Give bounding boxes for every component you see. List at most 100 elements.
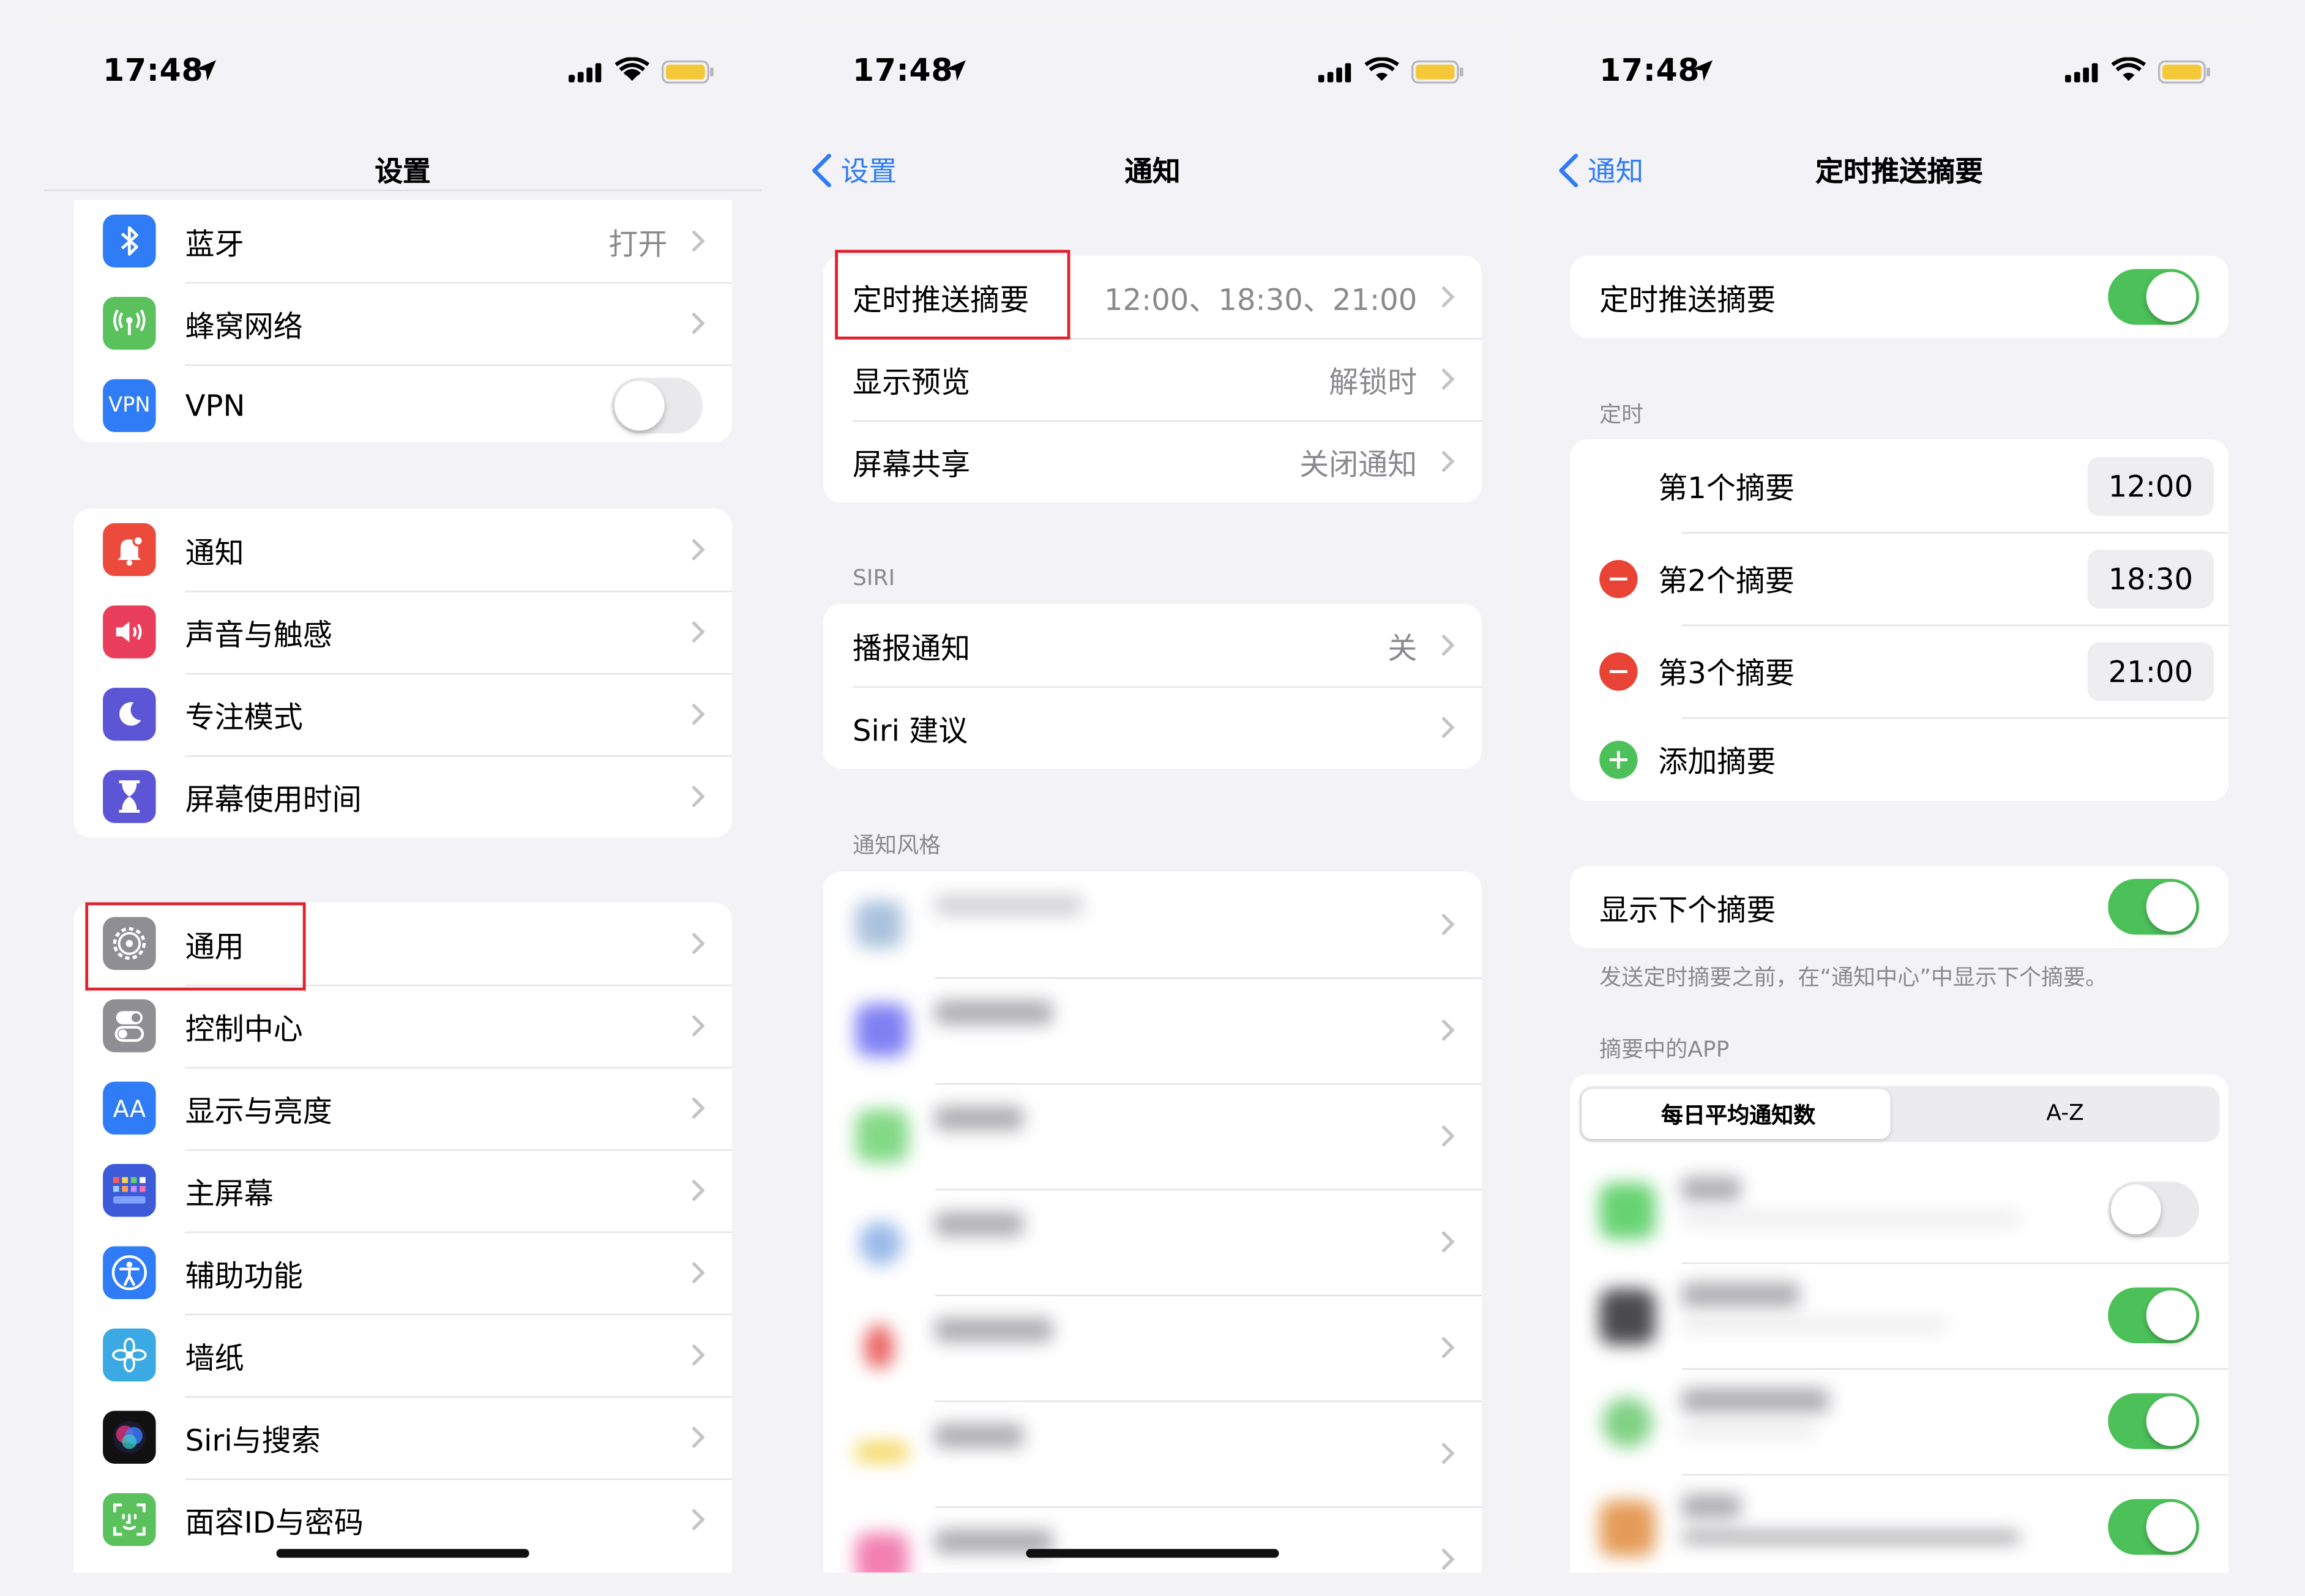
notifications-group: 通知 声音与触感 专注模式 屏幕使用时间 [73,508,733,838]
time-picker[interactable]: 21:00 [2087,641,2214,701]
app-icon-blurred [1599,1183,1656,1239]
app-frequency-bar [1681,1426,1814,1434]
row-label: 面容ID与密码 [185,1504,364,1540]
app-row-blurred[interactable] [823,1083,1482,1189]
status-time: 17:48 [103,53,204,89]
settings-row-accessibility[interactable]: 辅助功能 [73,1231,733,1313]
chevron-right-icon [692,1262,705,1283]
cellular-signal-icon [2065,63,2098,83]
row-label: 通知 [185,534,244,570]
summary-row-3: 第3个摘要 21:00 [1570,624,2229,717]
chevron-right-icon [692,1344,705,1366]
bell-icon [103,523,156,576]
app-row-blurred[interactable] [823,871,1482,977]
flower-icon [103,1328,156,1382]
nav-divider [44,189,762,192]
section-header-timing: 定时 [1599,401,1644,428]
speaker-icon [103,605,156,658]
chevron-right-icon [692,786,705,807]
settings-row-sounds[interactable]: 声音与触感 [73,591,733,673]
app-name-blurred [935,1318,1053,1342]
chevron-right-icon [1441,1125,1455,1147]
chevron-right-icon [692,1509,705,1531]
app-summary-toggle[interactable] [2108,1393,2200,1449]
app-row-blurred[interactable] [823,1188,1482,1295]
row-label: 第3个摘要 [1658,655,1795,691]
page-title: 设置 [375,155,431,188]
app-summary-toggle[interactable] [2108,1181,2200,1238]
app-icon-blurred [858,1221,903,1266]
wifi-icon [1364,57,1399,81]
show-next-summary-toggle[interactable] [2108,879,2200,935]
time-picker[interactable]: 18:30 [2087,548,2214,608]
app-row-blurred[interactable] [823,1294,1482,1401]
cellular-signal-icon [569,63,602,83]
settings-row-display[interactable]: AA 显示与亮度 [73,1067,733,1149]
app-summary-row [1570,1474,2229,1573]
row-announce-notifications[interactable]: 播报通知 关 [823,604,1482,686]
segment-daily-average[interactable]: 每日平均通知数 [1661,1099,1815,1130]
time-picker[interactable]: 12:00 [2087,456,2214,515]
status-time: 17:48 [1599,53,1700,89]
settings-row-home-screen[interactable]: 主屏幕 [73,1149,733,1231]
row-label: Siri 建议 [853,712,968,748]
settings-row-vpn[interactable]: VPN VPN [73,364,733,442]
chevron-right-icon [692,704,705,725]
remove-icon[interactable] [1599,652,1638,690]
row-label: VPN [185,387,245,423]
next-summary-group: 显示下个摘要 [1570,865,2229,948]
cellular-signal-icon [1318,63,1351,83]
settings-row-notifications[interactable]: 通知 [73,509,732,591]
app-summary-toggle[interactable] [2108,1287,2200,1343]
settings-row-siri[interactable]: Siri与搜索 [73,1396,733,1478]
app-name-blurred [1681,1177,1741,1201]
row-label: 显示预览 [853,364,971,399]
remove-icon[interactable] [1599,559,1638,598]
row-siri-suggestions[interactable]: Siri 建议 [823,686,1482,768]
app-name-blurred [1681,1283,1799,1307]
vpn-toggle[interactable] [611,378,703,434]
row-value: 关闭通知 [1299,446,1418,482]
app-row-blurred[interactable] [823,1400,1482,1507]
switches-icon [103,999,156,1053]
scheduled-summary-toggle[interactable] [2108,269,2200,325]
location-arrow-icon [1692,60,1713,81]
highlight-scheduled-summary [835,250,1070,340]
add-summary-row[interactable]: 添加摘要 [1570,717,2229,801]
face-id-icon [103,1493,156,1546]
app-icon-blurred [1602,1397,1653,1448]
summary-toggle-group: 定时推送摘要 [1570,255,2229,338]
app-name-blurred [935,1001,1053,1024]
row-label: 屏幕共享 [853,446,971,482]
app-summary-row [1570,1157,2228,1262]
home-grid-icon [103,1163,156,1217]
settings-row-bluetooth[interactable]: 蓝牙 打开 [73,200,732,282]
chevron-right-icon [692,539,705,561]
status-bar: 17:48 [794,23,1511,117]
battery-icon [662,60,714,84]
row-label: 添加摘要 [1658,744,1776,779]
settings-row-cellular[interactable]: 蜂窝网络 [73,282,733,364]
settings-row-focus[interactable]: 专注模式 [73,673,733,755]
row-label: 播报通知 [853,630,971,665]
app-frequency-bar [1681,1532,2020,1542]
segment-a-z[interactable]: A-Z [2046,1099,2084,1125]
settings-row-control-center[interactable]: 控制中心 [73,984,733,1067]
row-show-previews[interactable]: 显示预览 解锁时 [823,338,1482,420]
page-title: 定时推送摘要 [1815,155,1984,188]
row-screen-sharing[interactable]: 屏幕共享 关闭通知 [823,420,1482,502]
app-icon-blurred [855,1004,909,1057]
location-arrow-icon [945,60,966,81]
app-summary-toggle[interactable] [2108,1499,2200,1555]
settings-row-wallpaper[interactable]: 墙纸 [73,1313,733,1396]
app-row-blurred[interactable] [823,977,1482,1083]
row-label: Siri与搜索 [185,1422,321,1458]
section-header-siri: SIRI [853,564,895,591]
status-bar: 17:48 [1541,23,2258,117]
chevron-right-icon [1441,717,1455,738]
app-row-blurred[interactable] [823,1506,1482,1573]
notifications-screen: 17:48 设置 通知 定时推送摘要 12:00、18:30、21:00 显示预… [793,23,1512,1573]
settings-row-screen-time[interactable]: 屏幕使用时间 [73,755,733,837]
apps-in-summary-group: 每日平均通知数 A-Z [1570,1074,2229,1573]
summary-row-1: 第1个摘要 12:00 [1570,439,2228,532]
